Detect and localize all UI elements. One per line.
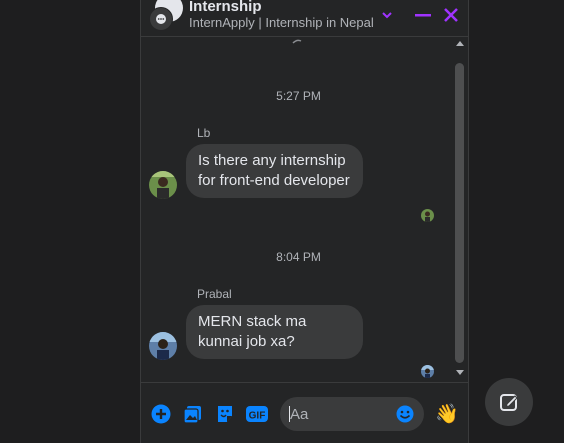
svg-text:GIF: GIF (249, 411, 266, 422)
chat-header[interactable]: Internship InternApply | Internship in N… (141, 0, 468, 37)
compose-icon (500, 394, 518, 411)
message-input-container[interactable] (280, 397, 424, 431)
message-list[interactable]: 5:27 PM Lb Is there any internship for f… (141, 37, 456, 382)
scrollbar[interactable] (452, 37, 468, 382)
typing-indicator-icon (292, 39, 302, 44)
gallery-icon[interactable] (182, 403, 204, 425)
plus-circle-icon[interactable] (150, 403, 172, 425)
minimize-icon[interactable] (413, 5, 433, 25)
message-sender: Prabal (197, 287, 232, 301)
chat-subtitle[interactable]: InternApply | Internship in Nepal (189, 15, 374, 30)
scrollbar-thumb[interactable] (455, 63, 464, 363)
sticker-icon[interactable] (214, 403, 236, 425)
chevron-down-icon[interactable] (377, 5, 397, 25)
message-timestamp: 8:04 PM (276, 250, 321, 264)
composer: GIF 👋 (141, 382, 468, 443)
read-receipt-avatar (421, 209, 434, 222)
message-input[interactable] (290, 397, 390, 431)
new-message-button[interactable] (485, 378, 533, 426)
message-bubble[interactable]: Is there any internship for front-end de… (186, 144, 363, 198)
message-sender: Lb (197, 126, 211, 140)
avatar[interactable] (149, 171, 177, 199)
chat-title[interactable]: Internship (189, 0, 262, 15)
scroll-down-icon[interactable] (456, 370, 464, 375)
read-receipt-avatar (421, 365, 434, 378)
gif-icon[interactable]: GIF (246, 403, 268, 425)
messenger-icon (149, 7, 173, 31)
wave-reaction-button[interactable]: 👋 (435, 403, 459, 425)
close-icon[interactable] (441, 5, 461, 25)
chat-window: Internship InternApply | Internship in N… (140, 0, 469, 443)
avatar[interactable] (149, 332, 177, 360)
scroll-up-icon[interactable] (456, 41, 464, 46)
message-bubble[interactable]: MERN stack ma kunnai job xa? (186, 305, 363, 359)
message-timestamp: 5:27 PM (276, 89, 321, 103)
emoji-icon[interactable] (396, 405, 414, 423)
